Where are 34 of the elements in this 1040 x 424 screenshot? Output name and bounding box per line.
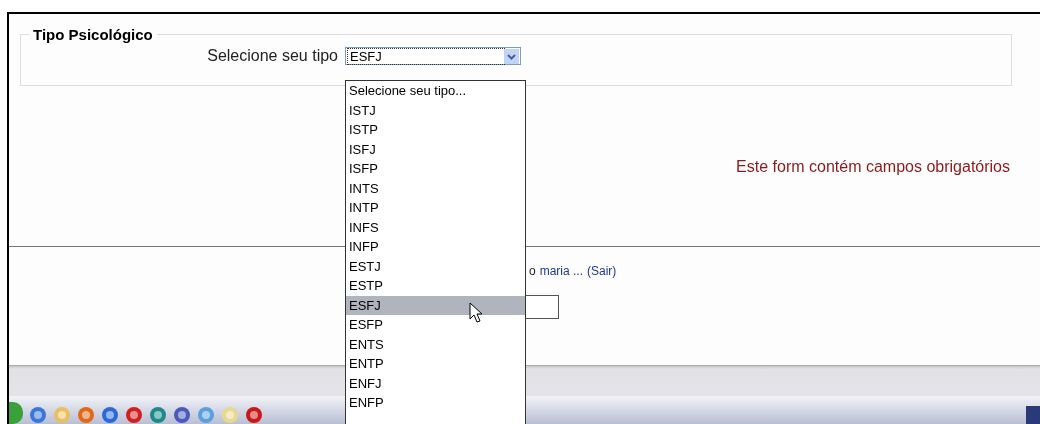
app-icon[interactable] [245,406,263,424]
dropdown-option[interactable]: ESFJ [346,295,525,315]
dropdown-option[interactable]: ISFP [346,159,525,179]
dropdown-option[interactable]: ISFJ [346,139,525,159]
app-icon[interactable] [77,406,95,424]
dropdown-option[interactable]: ISTP [346,120,525,140]
user-link[interactable]: maria ... [539,264,584,278]
app-icon[interactable] [29,406,47,424]
dropdown-option[interactable]: ENTS [346,334,525,354]
dropdown-option[interactable]: ENTP [346,354,525,374]
dropdown-option[interactable]: ISTJ [346,100,525,120]
dropdown-option[interactable]: INTS [346,178,525,198]
required-notice: Este form contém campos obrigatórios [736,158,1010,176]
dropdown-option[interactable]: INTP [346,198,525,218]
logout-link[interactable]: (Sair) [587,264,617,278]
dropdown-option[interactable]: ESTJ [346,256,525,276]
cursor-icon [469,302,483,324]
dropdown-option[interactable]: INFP [346,237,525,257]
login-text: o [529,264,536,278]
field-label: Selecione seu tipo [206,47,338,65]
start-button[interactable] [9,402,23,424]
app-icon[interactable] [101,406,119,424]
app-icon[interactable] [197,406,215,424]
app-icon[interactable] [149,406,167,424]
dropdown-option[interactable]: ENFP [346,393,525,413]
type-dropdown[interactable]: ESFJ [345,47,521,65]
dropdown-option[interactable]: INFS [346,217,525,237]
dropdown-option[interactable]: ESTP [346,276,525,296]
app-icon[interactable] [173,406,191,424]
dropdown-option[interactable]: ESFP [346,315,525,335]
dropdown-option[interactable]: Selecione seu tipo... [346,81,525,101]
section-title: Tipo Psicológico [32,26,154,43]
dropdown-option[interactable]: ENFJ [346,373,525,393]
app-icon[interactable] [125,406,143,424]
